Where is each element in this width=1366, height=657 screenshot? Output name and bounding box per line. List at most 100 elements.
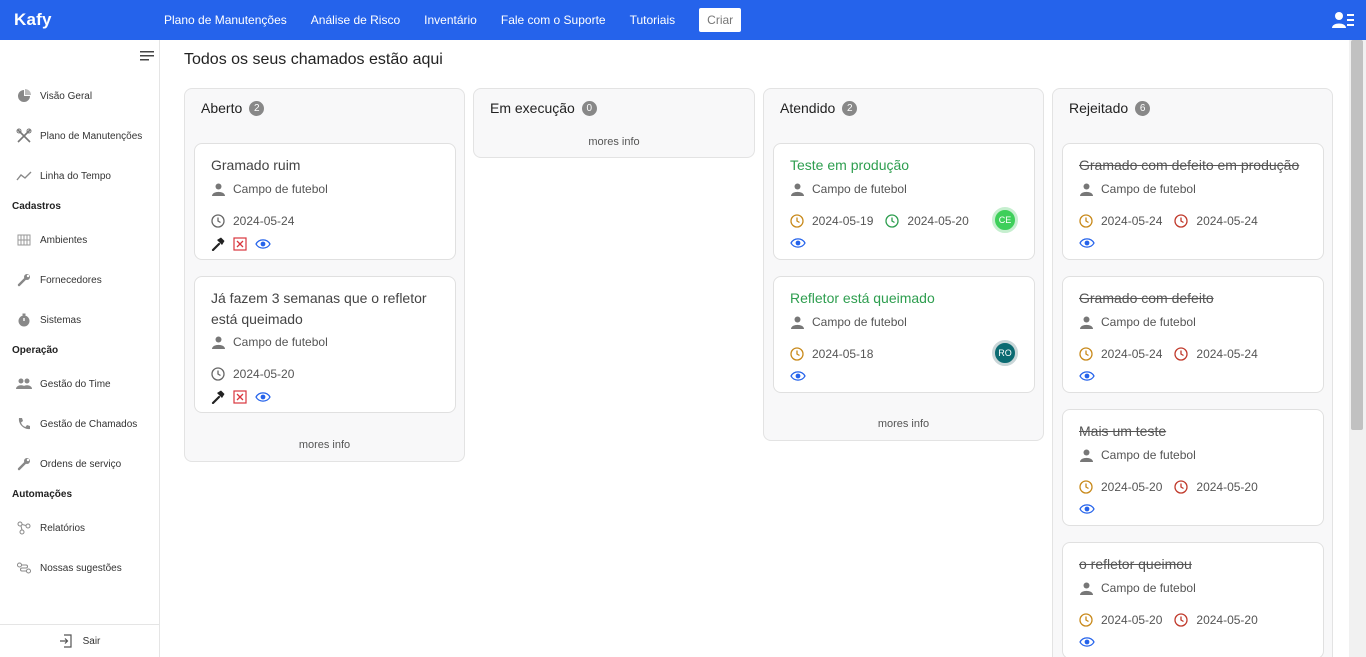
ticket-card[interactable]: Mais um teste Campo de futebol 2024-05-2…	[1062, 409, 1324, 526]
ticket-card[interactable]: Gramado com defeito em produção Campo de…	[1062, 143, 1324, 260]
top-nav: Plano de Manutenções Análise de Risco In…	[164, 0, 742, 40]
column-header: Rejeitado 6	[1069, 100, 1151, 116]
view-icon[interactable]	[255, 391, 271, 403]
clock-open-icon	[1079, 214, 1093, 228]
ticket-title: Teste em produção	[790, 157, 910, 173]
stopwatch-icon	[16, 312, 32, 328]
more-info-link[interactable]: mores info	[185, 439, 464, 451]
sidebar-item-label: Linha do Tempo	[40, 170, 111, 182]
sidebar-item-gestao-chamados[interactable]: Gestão de Chamados	[0, 412, 159, 436]
section-automacoes: Automações	[12, 489, 73, 500]
sidebar-item-ordens-servico[interactable]: Ordens de serviço	[0, 452, 159, 476]
person-icon	[790, 182, 804, 196]
ticket-card[interactable]: Gramado ruim Campo de futebol 2024-05-24	[194, 143, 456, 260]
sidebar-item-fornecedores[interactable]: Fornecedores	[0, 268, 159, 292]
sidebar-item-label: Visão Geral	[40, 90, 93, 102]
view-icon[interactable]	[1079, 237, 1095, 249]
nav-plano-manutencoes[interactable]: Plano de Manutenções	[164, 13, 287, 27]
scrollbar-thumb[interactable]	[1351, 40, 1363, 430]
ticket-date-open: 2024-05-19	[812, 214, 874, 228]
avatar: CE	[992, 207, 1018, 233]
ticket-actions	[211, 390, 279, 404]
sidebar-item-label: Gestão de Chamados	[40, 418, 138, 430]
ticket-title: Gramado com defeito	[1079, 290, 1214, 306]
clock-icon	[211, 214, 225, 228]
reject-icon[interactable]	[233, 237, 247, 251]
sidebar-item-plano-manutencoes[interactable]: Plano de Manutenções	[0, 124, 159, 148]
sidebar-item-gestao-time[interactable]: Gestão do Time	[0, 372, 159, 396]
reject-icon[interactable]	[233, 390, 247, 404]
column-atendido: Atendido 2 Teste em produção Campo de fu…	[763, 88, 1044, 441]
ticket-dates-row: 2024-05-19 2024-05-20	[790, 214, 969, 228]
nav-analise-risco[interactable]: Análise de Risco	[311, 13, 400, 27]
sidebar-item-ambientes[interactable]: Ambientes	[0, 228, 159, 252]
person-icon	[1079, 448, 1093, 462]
ticket-location-row: Campo de futebol	[211, 335, 328, 349]
view-icon[interactable]	[790, 237, 806, 249]
ticket-card[interactable]: Já fazem 3 semanas que o refletor está q…	[194, 276, 456, 413]
hammer-icon[interactable]	[211, 390, 225, 404]
ticket-card[interactable]: Gramado com defeito Campo de futebol 202…	[1062, 276, 1324, 393]
nav-suporte[interactable]: Fale com o Suporte	[501, 13, 606, 27]
menu-toggle-icon[interactable]	[140, 50, 154, 62]
nav-tutoriais[interactable]: Tutoriais	[630, 13, 676, 27]
sidebar-item-sugestoes[interactable]: Nossas sugestões	[0, 556, 159, 580]
column-header: Aberto 2	[201, 100, 265, 116]
ticket-location-row: Campo de futebol	[790, 315, 907, 329]
column-count-badge: 2	[842, 100, 858, 116]
view-icon[interactable]	[255, 238, 271, 250]
clock-rejected-icon	[1174, 347, 1189, 361]
person-icon	[211, 335, 225, 349]
ticket-location: Campo de futebol	[1101, 448, 1196, 462]
ticket-card[interactable]: o refletor queimou Campo de futebol 2024…	[1062, 542, 1324, 657]
ticket-dates-row: 2024-05-24 2024-05-24	[1079, 347, 1258, 361]
user-menu-icon[interactable]	[1332, 11, 1354, 29]
view-icon[interactable]	[1079, 636, 1095, 648]
column-count-badge: 2	[249, 100, 265, 116]
more-info-link[interactable]: mores info	[474, 136, 754, 148]
page-title: Todos os seus chamados estão aqui	[184, 51, 443, 68]
sidebar-item-linha-tempo[interactable]: Linha do Tempo	[0, 164, 159, 188]
clock-icon	[211, 367, 225, 381]
ticket-dates-row: 2024-05-20 2024-05-20	[1079, 613, 1258, 627]
brand-logo[interactable]: Kafy	[14, 10, 164, 30]
wrench-icon	[16, 456, 32, 472]
column-title: Atendido	[780, 100, 836, 116]
sidebar-item-label: Gestão do Time	[40, 378, 111, 390]
view-icon[interactable]	[790, 370, 806, 382]
page-scrollbar[interactable]	[1349, 40, 1366, 657]
clock-rejected-icon	[1174, 613, 1189, 627]
column-title: Aberto	[201, 100, 243, 116]
more-info-link[interactable]: mores info	[764, 418, 1043, 430]
view-icon[interactable]	[1079, 503, 1095, 515]
logout-button[interactable]: Sair	[0, 624, 159, 657]
person-icon	[1079, 315, 1093, 329]
criar-button[interactable]: Criar	[699, 8, 742, 32]
sidebar-item-visao-geral[interactable]: Visão Geral	[0, 84, 159, 108]
ticket-date-open: 2024-05-20	[1101, 480, 1163, 494]
view-icon[interactable]	[1079, 370, 1095, 382]
column-header: Atendido 2	[780, 100, 858, 116]
clock-rejected-icon	[1174, 480, 1189, 494]
ticket-card[interactable]: Refletor está queimado Campo de futebol …	[773, 276, 1035, 393]
ticket-card[interactable]: Teste em produção Campo de futebol 2024-…	[773, 143, 1035, 260]
hammer-icon[interactable]	[211, 237, 225, 251]
clock-rejected-icon	[1174, 214, 1189, 228]
sidebar-item-relatorios[interactable]: Relatórios	[0, 516, 159, 540]
nav-inventario[interactable]: Inventário	[424, 13, 477, 27]
sidebar: Visão Geral Plano de Manutenções Linha d…	[0, 40, 160, 657]
sidebar-item-sistemas[interactable]: Sistemas	[0, 308, 159, 332]
column-rejeitado: Rejeitado 6 Gramado com defeito em produ…	[1052, 88, 1333, 657]
ticket-location-row: Campo de futebol	[1079, 315, 1196, 329]
ticket-location-row: Campo de futebol	[1079, 448, 1196, 462]
ticket-date-rejected: 2024-05-24	[1196, 347, 1258, 361]
ticket-location-row: Campo de futebol	[1079, 182, 1196, 196]
ticket-date-open: 2024-05-20	[1101, 613, 1163, 627]
column-title: Rejeitado	[1069, 100, 1129, 116]
ticket-location-row: Campo de futebol	[1079, 581, 1196, 595]
ticket-date-done: 2024-05-20	[907, 214, 969, 228]
nodes-icon	[16, 520, 32, 536]
ticket-actions	[1079, 503, 1103, 515]
logout-icon	[59, 634, 72, 648]
ticket-date-open: 2024-05-18	[812, 347, 874, 361]
